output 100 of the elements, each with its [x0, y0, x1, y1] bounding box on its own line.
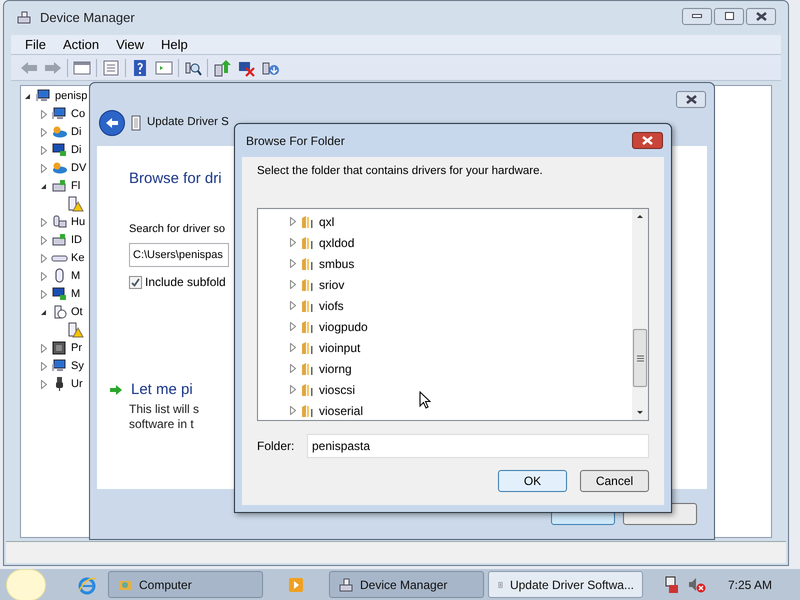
option-link[interactable]: Let me pi: [131, 379, 193, 402]
close-button[interactable]: [746, 8, 776, 24]
tree-item[interactable]: Ke: [71, 252, 84, 264]
expand-arrow-icon[interactable]: [40, 380, 46, 388]
maximize-button[interactable]: [714, 8, 744, 24]
expand-arrow-icon[interactable]: [40, 164, 46, 172]
menu-item[interactable]: File: [25, 34, 46, 54]
expand-arrow-icon[interactable]: [40, 218, 46, 226]
device-icon: [51, 286, 68, 302]
page-heading: Browse for dri: [129, 169, 222, 189]
folder-item[interactable]: smbus: [319, 254, 354, 273]
menu-item[interactable]: View: [116, 34, 144, 54]
device-icon: [51, 214, 68, 230]
expand-arrow-icon[interactable]: [40, 146, 46, 154]
device-icon: [131, 115, 141, 131]
scroll-thumb[interactable]: [633, 329, 647, 388]
device-icon: [67, 196, 84, 212]
tree-item[interactable]: M: [71, 270, 80, 282]
device-icon: [35, 88, 52, 104]
collapse-arrow-icon[interactable]: [24, 92, 31, 100]
device-icon: [51, 142, 68, 158]
folder-item[interactable]: qxl: [319, 212, 334, 231]
window-icon[interactable]: [154, 58, 174, 76]
taskbar-button[interactable]: Device Manager: [329, 571, 484, 598]
folder-item[interactable]: vioscsi: [319, 380, 356, 399]
start-button[interactable]: [6, 568, 46, 600]
folder-item[interactable]: viofs: [319, 296, 344, 315]
taskbar-button[interactable]: Computer: [108, 571, 263, 598]
field-label: Search for driver so: [129, 222, 225, 236]
tree-item[interactable]: penisp: [55, 90, 88, 102]
expand-arrow-icon[interactable]: [40, 272, 46, 280]
tree-item[interactable]: Ot: [71, 306, 83, 318]
option-description: This list will s: [129, 402, 200, 416]
clock[interactable]: 7:25 AM: [728, 576, 772, 594]
back-button[interactable]: [99, 110, 125, 136]
device-icon: [51, 358, 68, 374]
tree-item[interactable]: Fl: [71, 180, 80, 192]
dialog-title: Browse For Folder: [246, 132, 345, 150]
minimize-icon: [692, 14, 702, 18]
folder-item[interactable]: viogpudo: [319, 318, 368, 336]
folder-item[interactable]: vioserial: [319, 402, 364, 420]
minimize-button[interactable]: [682, 8, 712, 24]
expand-arrow-icon[interactable]: [290, 238, 296, 248]
device-icon: [51, 178, 68, 194]
expand-arrow-icon[interactable]: [290, 322, 296, 332]
expand-arrow-icon[interactable]: [290, 217, 296, 226]
expand-arrow-icon[interactable]: [290, 406, 296, 416]
mouse-cursor-icon: [419, 391, 431, 410]
expand-arrow-icon[interactable]: [40, 362, 46, 370]
panel-icon[interactable]: [72, 58, 92, 76]
volume-muted-icon[interactable]: [688, 576, 706, 594]
folder-item[interactable]: viorng: [319, 360, 352, 378]
folder-item[interactable]: sriov: [319, 276, 344, 294]
scrollbar[interactable]: [632, 209, 648, 420]
taskbar-button[interactable]: Update Driver Softwa...: [488, 571, 643, 598]
field-label: Folder:: [257, 438, 296, 456]
device-icon: [51, 232, 68, 248]
expand-arrow-icon[interactable]: [40, 344, 46, 352]
expand-arrow-icon[interactable]: [290, 301, 296, 310]
tree-item[interactable]: ID: [71, 234, 82, 246]
expand-arrow-icon[interactable]: [290, 280, 296, 290]
update-driver-icon[interactable]: [212, 58, 232, 76]
menu-item[interactable]: Help: [161, 34, 188, 54]
expand-arrow-icon[interactable]: [40, 290, 46, 298]
expand-arrow-icon[interactable]: [290, 343, 296, 352]
expand-arrow-icon[interactable]: [40, 128, 46, 136]
tree-item[interactable]: DV: [71, 162, 86, 174]
checkbox-label: Include subfold: [145, 274, 226, 291]
tree-item[interactable]: Ur: [71, 378, 83, 390]
network-icon[interactable]: [664, 576, 680, 594]
expand-arrow-icon[interactable]: [290, 259, 296, 268]
tree-item[interactable]: Pr: [71, 342, 82, 354]
folder-item[interactable]: qxldod: [319, 234, 354, 252]
properties-icon[interactable]: [101, 58, 121, 76]
close-button[interactable]: [676, 91, 706, 108]
expand-arrow-icon[interactable]: [290, 364, 296, 374]
dialog-button[interactable]: OK: [498, 470, 567, 492]
close-button[interactable]: [632, 132, 663, 149]
tree-item[interactable]: M: [71, 288, 80, 300]
include-subfolders-checkbox[interactable]: [129, 276, 142, 288]
folder-field[interactable]: penispasta: [307, 434, 649, 458]
tree-item[interactable]: Co: [71, 108, 86, 120]
expand-arrow-icon[interactable]: [40, 110, 46, 118]
expand-arrow-icon[interactable]: [290, 385, 296, 394]
menu-item[interactable]: Action: [62, 34, 100, 54]
expand-arrow-icon[interactable]: [40, 236, 46, 244]
tree-item[interactable]: Sy: [71, 360, 84, 372]
close-icon: [642, 136, 653, 145]
folder-item[interactable]: vioinput: [319, 338, 360, 357]
tree-item[interactable]: Di: [71, 126, 82, 138]
path-field[interactable]: C:\Users\penispas: [129, 243, 229, 267]
dialog-button[interactable]: Cancel: [580, 470, 649, 492]
option-description: software in t: [129, 416, 194, 432]
collapse-arrow-icon[interactable]: [40, 182, 47, 190]
collapse-arrow-icon[interactable]: [40, 308, 47, 316]
expand-arrow-icon[interactable]: [40, 254, 46, 262]
media-player-icon[interactable]: [288, 576, 304, 592]
app-icon: [338, 576, 354, 592]
tree-item[interactable]: Hu: [71, 216, 86, 228]
tree-item[interactable]: Di: [71, 144, 82, 156]
